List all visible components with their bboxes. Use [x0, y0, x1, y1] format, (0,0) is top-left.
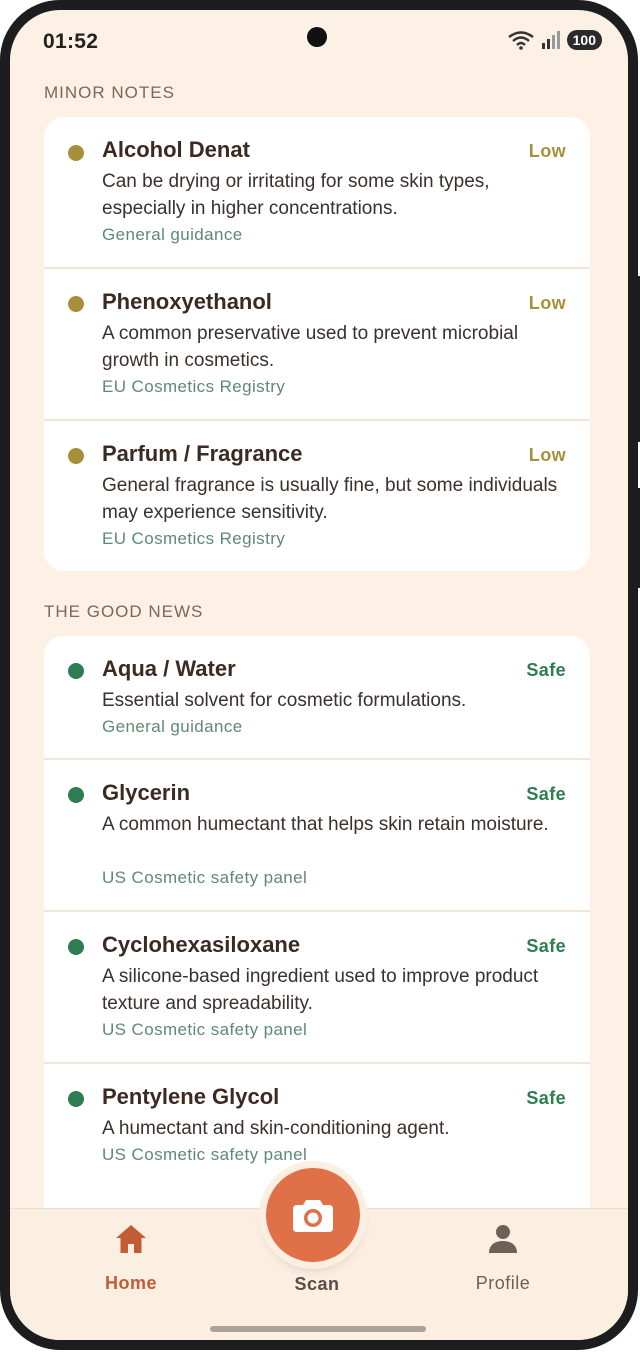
ingredient-row[interactable]: Parfum / Fragrance Low General fragrance…	[44, 421, 590, 571]
ingredient-description: A common preservative used to prevent mi…	[102, 323, 519, 371]
ingredient-source: General guidance	[102, 717, 243, 736]
ingredient-name: Aqua / Water	[102, 656, 236, 681]
person-icon	[489, 1225, 517, 1253]
ingredient-name: Parfum / Fragrance	[102, 441, 303, 466]
ingredient-description: A common humectant that helps skin retai…	[102, 814, 549, 835]
risk-level-badge: Safe	[526, 1088, 566, 1108]
home-indicator[interactable]	[210, 1326, 426, 1332]
low-indicator-dot	[68, 448, 84, 464]
good-news-card: Aqua / Water Safe Essential solvent for …	[44, 636, 590, 1236]
nav-profile[interactable]: Profile	[423, 1209, 583, 1319]
ingredient-row[interactable]: Cyclohexasiloxane Safe A silicone-based …	[44, 912, 590, 1064]
front-camera	[307, 27, 327, 47]
scan-button[interactable]	[266, 1168, 360, 1262]
ingredient-name: Glycerin	[102, 780, 191, 805]
ingredient-name: Phenoxyethanol	[102, 289, 272, 314]
ingredient-row[interactable]: Alcohol Denat Low Can be drying or irrit…	[44, 117, 590, 269]
ingredient-name: Cyclohexasiloxane	[102, 932, 301, 957]
safe-indicator-dot	[68, 1091, 84, 1107]
risk-level-badge: Safe	[526, 936, 566, 956]
ingredient-description: A humectant and skin-conditioning agent.	[102, 1118, 450, 1139]
risk-level-badge: Low	[528, 445, 566, 465]
ingredient-list[interactable]: MINOR NOTES Alcohol Denat Low Can be dry…	[10, 66, 628, 1340]
home-icon	[116, 1225, 146, 1253]
status-time: 01:52	[43, 30, 99, 53]
risk-level-badge: Safe	[526, 660, 566, 680]
nav-profile-label: Profile	[475, 1273, 531, 1293]
ingredient-source: US Cosmetic safety panel	[102, 868, 308, 887]
risk-level-badge: Low	[528, 293, 566, 313]
risk-level-badge: Safe	[526, 784, 566, 804]
signal-icon	[541, 31, 560, 49]
minor-notes-card: Alcohol Denat Low Can be drying or irrit…	[44, 117, 590, 571]
power-button	[632, 488, 640, 588]
status-icons: 100	[507, 30, 602, 50]
ingredient-source: US Cosmetic safety panel	[102, 1020, 308, 1039]
ingredient-description: General fragrance is usually fine, but s…	[102, 475, 558, 523]
section-title-minor-notes: MINOR NOTES	[44, 83, 175, 102]
wifi-icon	[507, 31, 534, 50]
nav-home[interactable]: Home	[51, 1209, 211, 1319]
ingredient-row[interactable]: Glycerin Safe A common humectant that he…	[44, 760, 590, 912]
ingredient-source: EU Cosmetics Registry	[102, 377, 286, 396]
ingredient-source: US Cosmetic safety panel	[102, 1145, 308, 1164]
nav-home-label: Home	[104, 1273, 157, 1293]
ingredient-source: EU Cosmetics Registry	[102, 529, 286, 548]
ingredient-row[interactable]: Phenoxyethanol Low A common preservative…	[44, 269, 590, 421]
safe-indicator-dot	[68, 663, 84, 679]
ingredient-description: Essential solvent for cosmetic formulati…	[102, 690, 467, 711]
low-indicator-dot	[68, 296, 84, 312]
ingredient-source: General guidance	[102, 225, 243, 244]
risk-level-badge: Low	[528, 141, 566, 161]
ingredient-description: Can be drying or irritating for some ski…	[102, 171, 490, 219]
safe-indicator-dot	[68, 939, 84, 955]
ingredient-name: Pentylene Glycol	[102, 1084, 280, 1109]
volume-button	[632, 276, 640, 442]
ingredient-description: A silicone-based ingredient used to impr…	[102, 966, 539, 1014]
safe-indicator-dot	[68, 787, 84, 803]
battery-indicator: 100	[566, 30, 602, 50]
nav-scan-label: Scan	[294, 1274, 340, 1294]
low-indicator-dot	[68, 145, 84, 161]
ingredient-name: Alcohol Denat	[102, 137, 250, 162]
section-title-good-news: THE GOOD NEWS	[44, 602, 204, 621]
phone-frame: 01:52 100 MINOR NOTES Alcohol Denat Low …	[0, 0, 638, 1350]
ingredient-row[interactable]: Aqua / Water Safe Essential solvent for …	[44, 636, 590, 760]
status-bar: 01:52 100	[10, 10, 628, 66]
camera-icon	[293, 1200, 333, 1232]
